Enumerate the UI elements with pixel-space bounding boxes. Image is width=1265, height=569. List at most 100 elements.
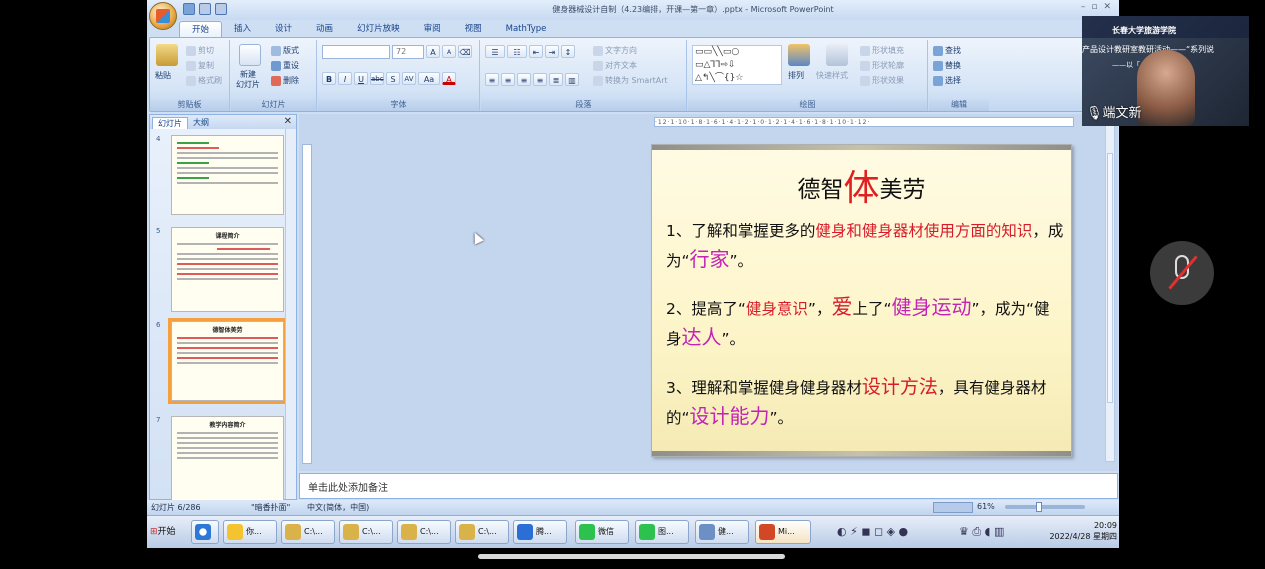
notes-pane[interactable]: 单击此处添加备注 xyxy=(299,473,1118,499)
char-spacing-button[interactable]: AV xyxy=(402,72,416,85)
taskbar-item-2[interactable]: C:\... xyxy=(339,520,393,544)
tab-slides[interactable]: 幻灯片 xyxy=(152,117,188,129)
view-buttons[interactable] xyxy=(933,502,973,513)
slide-thumbnail-7[interactable]: 教学内容简介 xyxy=(171,416,284,501)
office-button[interactable] xyxy=(149,2,177,30)
undo-icon[interactable] xyxy=(199,3,211,15)
shape-outline-button[interactable]: 形状轮廓 xyxy=(860,60,904,71)
font-color-button[interactable]: A xyxy=(442,72,456,85)
tab-animation[interactable]: 动画 xyxy=(304,21,345,37)
taskbar-item-powerpoint[interactable]: Mi... xyxy=(755,520,811,544)
save-icon[interactable] xyxy=(183,3,195,15)
close-icon[interactable]: ✕ xyxy=(284,116,292,127)
grow-font-button[interactable]: A xyxy=(426,45,440,58)
replace-button[interactable]: 替换 xyxy=(933,60,961,71)
zoom-slider[interactable] xyxy=(1005,502,1085,512)
justify-icon[interactable]: ≡ xyxy=(533,73,547,86)
smartart-button[interactable]: 转换为 SmartArt xyxy=(593,75,668,86)
delete-slide-button[interactable]: 删除 xyxy=(271,75,299,86)
underline-button[interactable]: U xyxy=(354,72,368,85)
taskbar-item-3[interactable]: C:\... xyxy=(397,520,451,544)
taskbar-item-4[interactable]: C:\... xyxy=(455,520,509,544)
zoom-level[interactable]: 61% xyxy=(977,502,995,511)
format-painter-button[interactable]: 格式刷 xyxy=(186,75,222,86)
arrange-button[interactable]: 排列 xyxy=(788,70,804,81)
change-case-button[interactable]: Aa xyxy=(418,72,440,85)
slide-thumbnail-6[interactable]: 德智体美劳 xyxy=(168,318,287,404)
panel-scrollbar[interactable] xyxy=(285,129,296,499)
increase-indent-icon[interactable]: ⇥ xyxy=(545,45,559,58)
taskbar-item-8[interactable]: 健... xyxy=(695,520,749,544)
font-name-combo[interactable] xyxy=(322,45,390,59)
start-button[interactable]: ⊞开始 xyxy=(148,521,182,543)
cut-button[interactable]: 剪切 xyxy=(186,45,214,56)
decrease-indent-icon[interactable]: ⇤ xyxy=(529,45,543,58)
shapes-gallery[interactable]: ▭▭╲╲▭○ ▭△⅂⅂⇨⇩ △↰╲⌒{}☆ xyxy=(692,45,782,85)
bold-button[interactable]: B xyxy=(322,72,336,85)
slide-thumbnail-4[interactable] xyxy=(171,135,284,215)
align-text-button[interactable]: 对齐文本 xyxy=(593,60,637,71)
select-button[interactable]: 选择 xyxy=(933,75,961,86)
strikethrough-button[interactable]: abc xyxy=(370,72,384,85)
slide-thumbnail-5[interactable]: 课程简介 xyxy=(171,227,284,312)
shadow-button[interactable]: S xyxy=(386,72,400,85)
slide-point-2[interactable]: 2、提高了“健身意识”，爱上了“健身运动”，成为“健身达人”。 xyxy=(666,293,1065,353)
home-indicator[interactable] xyxy=(478,554,785,559)
quick-styles-button[interactable]: 快速样式 xyxy=(816,70,848,81)
find-button[interactable]: 查找 xyxy=(933,45,961,56)
numbering-icon[interactable]: ☷ xyxy=(507,45,527,58)
taskbar-item-7[interactable]: 图... xyxy=(635,520,689,544)
new-slide-icon[interactable] xyxy=(239,44,261,66)
editor-scrollbar[interactable] xyxy=(1105,122,1115,462)
tab-mathtype[interactable]: MathType xyxy=(494,21,559,37)
quick-styles-icon[interactable] xyxy=(826,44,848,66)
tab-outline[interactable]: 大纲 xyxy=(188,117,214,129)
slide-point-3[interactable]: 3、理解和掌握健身健身器材设计方法，具有健身器材的“设计能力”。 xyxy=(666,373,1065,432)
paste-icon[interactable] xyxy=(156,44,178,66)
tab-review[interactable]: 审阅 xyxy=(412,21,453,37)
restore-button[interactable]: ▫ xyxy=(1091,2,1097,12)
system-icons[interactable]: ♛ ⎙ ◖ ▥ xyxy=(959,525,1004,539)
tab-home[interactable]: 开始 xyxy=(179,21,223,37)
tab-design[interactable]: 设计 xyxy=(263,21,304,37)
slide-title[interactable]: 德智体美劳 xyxy=(652,159,1071,211)
clear-format-icon[interactable]: ⌫ xyxy=(458,45,472,58)
align-right-icon[interactable]: ≡ xyxy=(517,73,531,86)
redo-icon[interactable] xyxy=(215,3,227,15)
layout-button[interactable]: 版式 xyxy=(271,45,299,56)
reset-button[interactable]: 重设 xyxy=(271,60,299,71)
taskbar-item-5[interactable]: 腾... xyxy=(513,520,567,544)
line-spacing-icon[interactable]: ↕ xyxy=(561,45,575,58)
align-left-icon[interactable]: ≡ xyxy=(485,73,499,86)
slide-point-1[interactable]: 1、了解和掌握更多的健身和健身器材使用方面的知识，成为“行家”。 xyxy=(666,217,1065,275)
mute-button[interactable] xyxy=(1150,241,1214,305)
taskbar-item-browser[interactable] xyxy=(191,520,219,544)
distributed-icon[interactable]: ≣ xyxy=(549,73,563,86)
text-direction-button[interactable]: 文字方向 xyxy=(593,45,637,56)
paste-button[interactable]: 粘贴 xyxy=(155,70,171,81)
align-center-icon[interactable]: ≡ xyxy=(501,73,515,86)
speaker-video[interactable]: 长春大学旅游学院 产品设计教研室教研活动——“系列说 ——以「 」课为例 🎙端文… xyxy=(1082,16,1249,126)
tab-insert[interactable]: 插入 xyxy=(222,21,263,37)
copy-button[interactable]: 复制 xyxy=(186,60,214,71)
clock[interactable]: 20:09 2022/4/28 星期四 xyxy=(1049,520,1117,542)
taskbar-item-wechat[interactable]: 微信 xyxy=(575,520,629,544)
arrange-icon[interactable] xyxy=(788,44,810,66)
tab-view[interactable]: 视图 xyxy=(453,21,494,37)
current-slide[interactable]: 德智体美劳 1、了解和掌握更多的健身和健身器材使用方面的知识，成为“行家”。 2… xyxy=(651,144,1072,457)
font-size-combo[interactable]: 72 xyxy=(392,45,424,59)
scroll-thumb[interactable] xyxy=(1107,153,1113,403)
shape-fill-button[interactable]: 形状填充 xyxy=(860,45,904,56)
new-slide-button[interactable]: 新建 幻灯片 xyxy=(236,70,260,90)
tray-icons[interactable]: ◐ ⚡ ◼ ◻ ◈ ● xyxy=(837,525,908,538)
taskbar-item-1[interactable]: C:\... xyxy=(281,520,335,544)
taskbar-item-0[interactable]: 你... xyxy=(223,520,277,544)
close-button[interactable]: ✕ xyxy=(1103,2,1111,12)
columns-icon[interactable]: ▥ xyxy=(565,73,579,86)
minimize-button[interactable]: – xyxy=(1081,2,1086,12)
shape-effects-button[interactable]: 形状效果 xyxy=(860,75,904,86)
tab-slideshow[interactable]: 幻灯片放映 xyxy=(345,21,412,37)
bullets-icon[interactable]: ☰ xyxy=(485,45,505,58)
shrink-font-button[interactable]: A xyxy=(442,45,456,58)
italic-button[interactable]: I xyxy=(338,72,352,85)
